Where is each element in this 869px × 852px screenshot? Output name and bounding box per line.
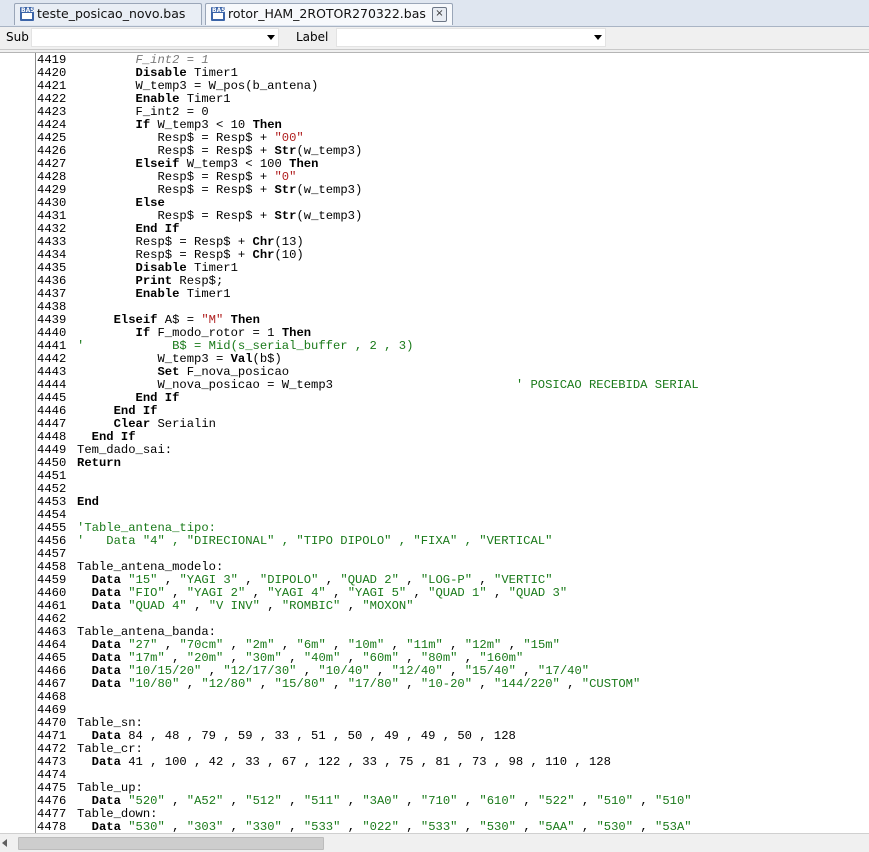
bas-file-icon: BAS (211, 7, 226, 21)
line-text: Table_down: (77, 807, 158, 821)
line-text: End If (135, 222, 180, 236)
line-text: Tem_dado_sai: (77, 443, 173, 457)
line-text: Data "520" , "A52" , "512" , "511" , "3A… (91, 794, 692, 808)
navigation-toolbar: Sub Label (0, 27, 869, 50)
scroll-thumb[interactable] (18, 837, 324, 850)
line-text: Data "15" , "YAGI 3" , "DIPOLO" , "QUAD … (91, 573, 553, 587)
line-text: Table_sn: (77, 716, 143, 730)
line-text: Resp$ = Resp$ + Str(w_temp3) (77, 209, 363, 223)
code-line[interactable]: 4461 Data "QUAD 4" , "V INV" , "ROMBIC" … (37, 600, 699, 613)
line-text: Data "10/80" , "12/80" , "15/80" , "17/8… (91, 677, 641, 691)
line-text: End If (113, 404, 158, 418)
close-tab-icon[interactable]: × (432, 7, 447, 22)
tab-label: teste_posicao_novo.bas (37, 6, 186, 21)
line-text: ' Data "4" , "DIRECIONAL" , "TIPO DIPOLO… (77, 534, 553, 548)
label-label: Label (296, 30, 329, 44)
tab-bar: BAS teste_posicao_novo.bas BAS rotor_HAM… (0, 0, 869, 27)
line-text: Set F_nova_posicao (157, 365, 290, 379)
line-text: Elseif W_temp3 < 100 Then (135, 157, 319, 171)
line-text: Else (135, 196, 165, 210)
line-text: Resp$ = Resp$ + Str(w_temp3) (77, 183, 363, 197)
tab-teste-posicao-novo[interactable]: BAS teste_posicao_novo.bas (14, 3, 202, 25)
line-text: Return (77, 456, 121, 470)
code-line[interactable]: 4456 ' Data "4" , "DIRECIONAL" , "TIPO DI… (37, 535, 699, 548)
line-text: Print Resp$; (135, 274, 224, 288)
label-dropdown[interactable] (336, 28, 606, 47)
code-line[interactable]: 4451 (37, 470, 699, 483)
sub-label: Sub (6, 30, 29, 44)
line-text: If W_temp3 < 10 Then (135, 118, 282, 132)
code-line[interactable]: 4468 (37, 691, 699, 704)
line-text: Data "530" , "303" , "330" , "533" , "02… (91, 820, 692, 834)
line-text: Table_antena_modelo: (77, 560, 224, 574)
line-text: End If (135, 391, 180, 405)
line-text: Data "10/15/20" , "12/17/30" , "10/40" ,… (91, 664, 590, 678)
line-text: Resp$ = Resp$ + Chr(13) (77, 235, 304, 249)
line-text: End If (91, 430, 136, 444)
tab-rotor-ham[interactable]: BAS rotor_HAM_2ROTOR270322.bas × (205, 3, 453, 25)
line-text: Resp$ = Resp$ + Str(w_temp3) (77, 144, 363, 158)
line-text: Data "17m" , "20m" , "30m" , "40m" , "60… (91, 651, 524, 665)
scroll-left-icon[interactable] (2, 839, 7, 847)
line-text: F_int2 = 1 (77, 53, 209, 67)
code-line[interactable]: 4453 End (37, 496, 699, 509)
editor-gutter (0, 53, 36, 834)
line-text: 'Table_antena_tipo: (77, 521, 216, 535)
code-line[interactable]: 4473 Data 41 , 100 , 42 , 33 , 67 , 122 … (37, 756, 699, 769)
line-text: Enable Timer1 (135, 287, 231, 301)
line-text: Resp$ = Resp$ + "0" (77, 170, 297, 184)
line-text: Table_antena_banda: (77, 625, 216, 639)
line-text: Table_up: (77, 781, 143, 795)
line-text: If F_modo_rotor = 1 Then (135, 326, 312, 340)
line-text: W_temp3 = W_pos(b_antena) (77, 79, 319, 93)
chevron-down-icon (594, 35, 602, 40)
line-text: Clear Serialin (113, 417, 216, 431)
chevron-down-icon (267, 35, 275, 40)
code-line[interactable]: 4452 (37, 483, 699, 496)
code-line[interactable]: 4447 Clear Serialin (37, 418, 699, 431)
code-line[interactable]: 4450 Return (37, 457, 699, 470)
line-text: Enable Timer1 (135, 92, 231, 106)
bas-file-icon: BAS (20, 7, 35, 21)
line-text: Data 41 , 100 , 42 , 33 , 67 , 122 , 33 … (91, 755, 611, 769)
line-text: Data "FIO" , "YAGI 2" , "YAGI 4" , "YAGI… (91, 586, 568, 600)
code-line[interactable]: 4449 Tem_dado_sai: (37, 444, 699, 457)
line-text: ' B$ = Mid(s_serial_buffer , 2 , 3) (77, 339, 414, 353)
line-text: F_int2 = 0 (77, 105, 209, 119)
line-text: Disable Timer1 (135, 66, 238, 80)
line-text: Disable Timer1 (135, 261, 238, 275)
code-editor[interactable]: 4419 F_int2 = 1 4420 Disable Timer1 4421 W… (0, 52, 869, 834)
line-text: Data "QUAD 4" , "V INV" , "ROMBIC" , "MO… (91, 599, 414, 613)
tab-label: rotor_HAM_2ROTOR270322.bas (228, 6, 426, 21)
horizontal-scrollbar[interactable] (0, 833, 869, 852)
sub-dropdown[interactable] (31, 28, 279, 47)
line-text: Data "27" , "70cm" , "2m" , "6m" , "10m"… (91, 638, 560, 652)
line-text: End (77, 495, 99, 509)
line-text: Elseif A$ = "M" Then (113, 313, 260, 327)
line-text: Data 84 , 48 , 79 , 59 , 33 , 51 , 50 , … (91, 729, 516, 743)
line-text: W_temp3 = Val(b$) (77, 352, 282, 366)
line-text: Resp$ = Resp$ + Chr(10) (77, 248, 304, 262)
line-text: Resp$ = Resp$ + "00" (77, 131, 304, 145)
line-text: W_nova_posicao = W_temp3 ' POSICAO RECEB… (77, 378, 699, 392)
code-text[interactable]: 4419 F_int2 = 1 4420 Disable Timer1 4421 W… (37, 54, 699, 834)
code-line[interactable]: 4467 Data "10/80" , "12/80" , "15/80" , … (37, 678, 699, 691)
code-line[interactable]: 4437 Enable Timer1 (37, 288, 699, 301)
line-text: Table_cr: (77, 742, 143, 756)
